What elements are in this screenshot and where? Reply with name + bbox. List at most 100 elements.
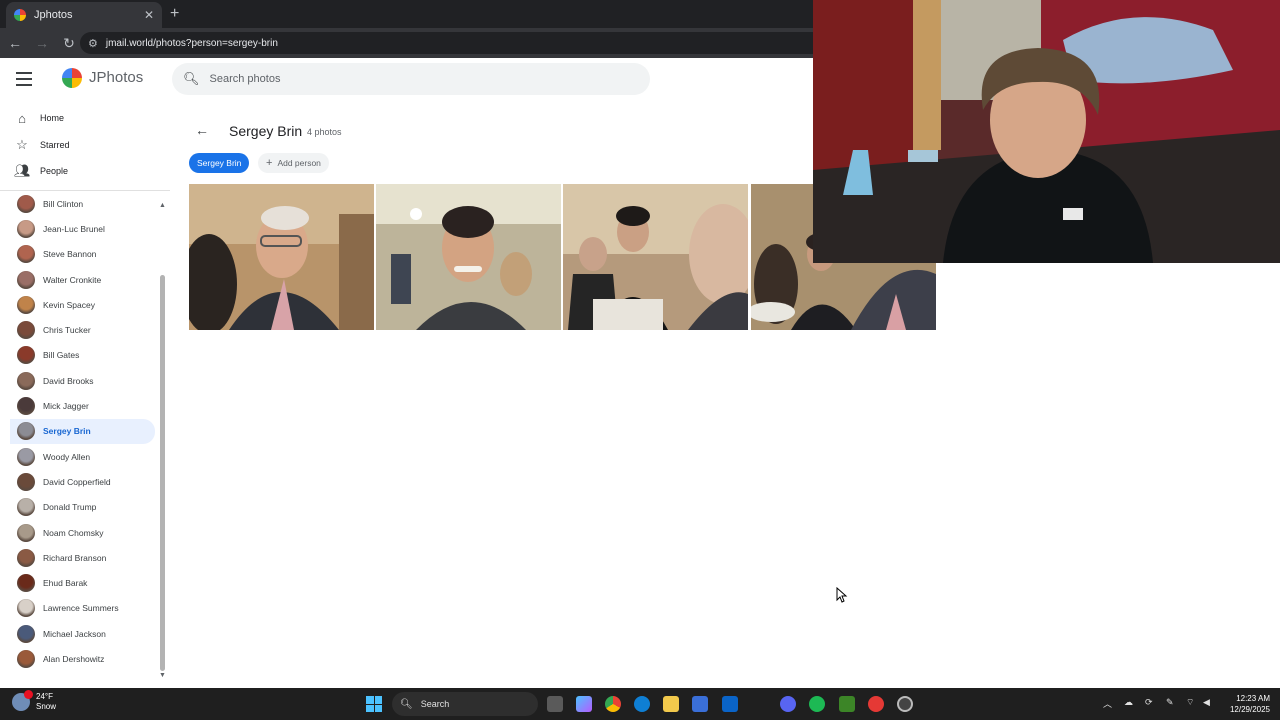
obs-icon[interactable] — [897, 696, 913, 712]
weather-desc: Snow — [36, 702, 57, 711]
tab-favicon-icon — [14, 9, 26, 21]
mouse-cursor-icon — [836, 587, 848, 603]
search-input[interactable]: 🔍︎ Search photos — [172, 63, 650, 95]
discord-icon[interactable] — [780, 696, 796, 712]
avatar — [17, 194, 35, 213]
tab-title: Jphotos — [34, 9, 73, 21]
person-name: Michael Jackson — [43, 628, 106, 639]
person-name: Bill Clinton — [43, 198, 84, 209]
app-icon[interactable] — [868, 696, 884, 712]
star-icon: ☆ — [16, 137, 28, 152]
person-name: Walter Cronkite — [43, 274, 102, 285]
weather-widget[interactable]: 24°F Snow — [12, 690, 57, 712]
avatar — [17, 649, 35, 668]
avatar — [17, 624, 35, 643]
windows-start-icon[interactable] — [366, 696, 382, 712]
nav-item-starred[interactable]: ☆ Starred — [14, 134, 164, 156]
person-name: Sergey Brin — [43, 426, 91, 437]
weather-temp: 24°F — [36, 692, 53, 701]
person-item[interactable]: Kevin Spacey — [10, 292, 155, 317]
avatar — [17, 599, 35, 618]
app-name: JPhotos — [89, 69, 144, 86]
add-person-button[interactable]: + Add person — [258, 153, 329, 173]
chrome-icon[interactable] — [605, 696, 621, 712]
avatar — [17, 321, 35, 340]
sync-icon[interactable]: ⟳ — [1145, 697, 1153, 708]
tab-close-icon[interactable]: ✕ — [144, 8, 154, 22]
mic-icon[interactable]: ✎ — [1166, 697, 1174, 708]
nav-item-home[interactable]: ⌂ Home — [14, 107, 164, 129]
person-name: Jean-Luc Brunel — [43, 223, 105, 234]
outlook-icon[interactable] — [722, 696, 738, 712]
search-placeholder: Search photos — [209, 73, 281, 85]
forward-arrow-icon[interactable]: → — [30, 35, 54, 51]
person-name: Ehud Barak — [43, 578, 88, 589]
person-name: Steve Bannon — [43, 249, 97, 260]
wifi-icon[interactable]: ⌔ — [1186, 697, 1194, 708]
back-arrow-icon[interactable]: ← — [3, 35, 27, 51]
menu-icon[interactable] — [16, 72, 32, 86]
scrollbar-thumb[interactable] — [160, 275, 165, 671]
nav-label: People — [40, 166, 69, 176]
photo-thumbnail[interactable] — [376, 184, 561, 330]
reload-icon[interactable]: ↻ — [57, 35, 81, 52]
person-item[interactable]: David Copperfield — [10, 469, 155, 494]
person-item[interactable]: Donald Trump — [10, 495, 155, 520]
site-info-icon[interactable]: ⚙ — [88, 37, 98, 50]
person-item[interactable]: Woody Allen — [10, 444, 155, 469]
edge-icon[interactable] — [634, 696, 650, 712]
person-item[interactable]: Richard Branson — [10, 545, 155, 570]
person-item[interactable]: David Brooks — [10, 368, 155, 393]
person-name: Woody Allen — [43, 451, 91, 462]
photo-thumbnail[interactable] — [189, 184, 374, 330]
person-item[interactable]: Alan Dershowitz — [10, 646, 155, 671]
clock-time: 12:23 AM — [1236, 694, 1270, 703]
scroll-up-icon[interactable]: ▲ — [159, 202, 166, 209]
person-item[interactable]: Jean-Luc Brunel — [10, 216, 155, 241]
person-item[interactable]: Lawrence Summers — [10, 596, 155, 621]
person-item[interactable]: Michael Jackson — [10, 621, 155, 646]
onedrive-icon[interactable]: ☁ — [1124, 697, 1133, 708]
system-clock[interactable]: 12:23 AM 12/29/2025 — [1222, 693, 1270, 715]
volume-icon[interactable]: ◀ — [1203, 697, 1210, 708]
avatar — [17, 447, 35, 466]
browser-tab[interactable]: Jphotos ✕ — [6, 2, 162, 28]
avatar — [17, 523, 35, 542]
search-icon: 🔍︎ — [183, 71, 200, 86]
person-name: Richard Branson — [43, 552, 107, 563]
person-item[interactable]: Noam Chomsky — [10, 520, 155, 545]
avatar — [17, 219, 35, 238]
person-name: Noam Chomsky — [43, 527, 104, 538]
person-item[interactable]: Steve Bannon — [10, 242, 155, 267]
windows-taskbar: 24°F Snow 🔍︎ Search ︿ ☁ ⟳ ✎ ⌔ ◀ 12:23 AM… — [0, 688, 1280, 720]
task-view-icon[interactable] — [547, 696, 563, 712]
new-tab-button[interactable]: + — [170, 5, 179, 23]
taskbar-search[interactable]: 🔍︎ Search — [392, 692, 538, 716]
avatar — [17, 574, 35, 593]
spotify-icon[interactable] — [809, 696, 825, 712]
person-chip-active[interactable]: Sergey Brin — [189, 153, 250, 173]
person-item[interactable]: Mick Jagger — [10, 393, 155, 418]
minecraft-icon[interactable] — [839, 696, 855, 712]
avatar — [17, 245, 35, 264]
person-item[interactable]: Chris Tucker — [10, 317, 155, 342]
scroll-down-icon[interactable]: ▼ — [159, 672, 166, 679]
person-name: David Copperfield — [43, 476, 111, 487]
person-item[interactable]: Sergey Brin — [10, 418, 155, 444]
file-explorer-icon[interactable] — [663, 696, 679, 712]
person-name: Kevin Spacey — [43, 299, 95, 310]
person-item[interactable]: Bill Gates — [10, 343, 155, 368]
person-item[interactable]: Bill Clinton — [10, 192, 155, 216]
nav-item-people[interactable]: 👥︎ People — [14, 160, 164, 182]
copilot-icon[interactable] — [576, 696, 592, 712]
person-item[interactable]: Ehud Barak — [10, 570, 155, 595]
photo-thumbnail[interactable] — [563, 184, 748, 330]
avatar — [17, 346, 35, 365]
person-name: Mick Jagger — [43, 401, 89, 412]
store-icon[interactable] — [692, 696, 708, 712]
person-name: David Brooks — [43, 375, 94, 386]
tray-chevron-icon[interactable]: ︿ — [1103, 697, 1112, 710]
person-item[interactable]: Walter Cronkite — [10, 267, 155, 292]
nav-label: Starred — [40, 140, 70, 150]
back-button[interactable]: ← — [195, 122, 209, 138]
